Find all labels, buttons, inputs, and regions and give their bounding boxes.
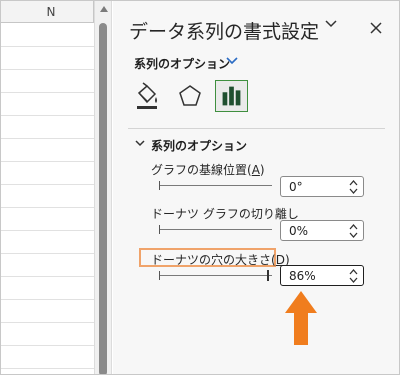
paint-bucket-icon[interactable]	[131, 81, 161, 111]
scroll-up-icon[interactable]	[100, 6, 108, 12]
window-frame: N データ系列の書式設定 系列のオプション 系列のオプション グラフの基線位置(…	[0, 0, 400, 375]
chevron-down-icon[interactable]	[324, 19, 338, 29]
spin-arrows-icon[interactable]	[349, 268, 358, 284]
field-label-first-slice-angle: グラフの基線位置(A)	[151, 161, 265, 178]
grid-row-line	[1, 161, 94, 162]
stepper-value[interactable]: 0%	[289, 224, 308, 238]
grid-row-line	[1, 184, 94, 185]
spreadsheet-area[interactable]: N	[1, 1, 94, 374]
grid-row-line	[1, 92, 94, 93]
format-data-series-pane: データ系列の書式設定 系列のオプション 系列のオプション グラフの基線位置(A)…	[113, 1, 399, 374]
first-slice-angle-stepper[interactable]: 0°	[280, 176, 364, 197]
grid-row-line	[1, 299, 94, 300]
callout-arrow-icon	[285, 291, 317, 345]
grid-row-line	[1, 69, 94, 70]
grid-row-line	[1, 46, 94, 47]
grid-row-line	[1, 115, 94, 116]
grid-row-line	[1, 253, 94, 254]
pane-title: データ系列の書式設定	[129, 21, 320, 43]
grid-row-line	[1, 230, 94, 231]
field-label-doughnut-explosion: ドーナツ グラフの切り離し	[151, 205, 299, 222]
grid-row-line	[1, 138, 94, 139]
pentagon-icon[interactable]	[175, 81, 205, 111]
divider	[128, 128, 385, 129]
slider-doughnut-explosion[interactable]	[160, 229, 272, 230]
field-label-text: ドーナツの穴の大きさ(	[151, 253, 276, 267]
vertical-scrollbar[interactable]	[94, 1, 112, 374]
field-label-text: グラフの基線位置(	[151, 163, 252, 177]
spin-arrows-icon[interactable]	[349, 179, 358, 195]
stepper-value[interactable]: 0°	[289, 180, 303, 194]
grid-row-line	[1, 345, 94, 346]
field-label-doughnut-hole-size: ドーナツの穴の大きさ(D)	[151, 251, 290, 268]
section-collapse-chevron-icon[interactable]	[135, 140, 145, 148]
slider-first-slice-angle[interactable]	[160, 185, 272, 186]
field-label-end: )	[259, 163, 265, 177]
scroll-thumb[interactable]	[99, 23, 107, 374]
section-title[interactable]: 系列のオプション	[151, 137, 247, 154]
grid-row-line	[1, 276, 94, 277]
stepper-value[interactable]: 86%	[289, 269, 316, 283]
grid-row-line	[1, 322, 94, 323]
chevron-down-icon[interactable]	[226, 57, 238, 65]
column-header-n[interactable]: N	[1, 1, 94, 23]
doughnut-hole-size-stepper[interactable]: 86%	[280, 265, 364, 286]
series-options-dropdown-label[interactable]: 系列のオプション	[134, 55, 230, 72]
spin-arrows-icon[interactable]	[349, 223, 358, 239]
doughnut-explosion-stepper[interactable]: 0%	[280, 220, 364, 241]
slider-thumb[interactable]	[267, 270, 269, 281]
bar-chart-icon[interactable]	[215, 80, 248, 112]
field-label-accel: A	[251, 163, 260, 177]
slider-doughnut-hole-size[interactable]	[160, 275, 272, 276]
close-icon[interactable]	[367, 19, 385, 37]
field-label-text: ドーナツ グラフの切り離し	[151, 207, 299, 221]
column-header-label: N	[46, 5, 56, 19]
grid-row-line	[1, 368, 94, 369]
grid-row-line	[1, 207, 94, 208]
